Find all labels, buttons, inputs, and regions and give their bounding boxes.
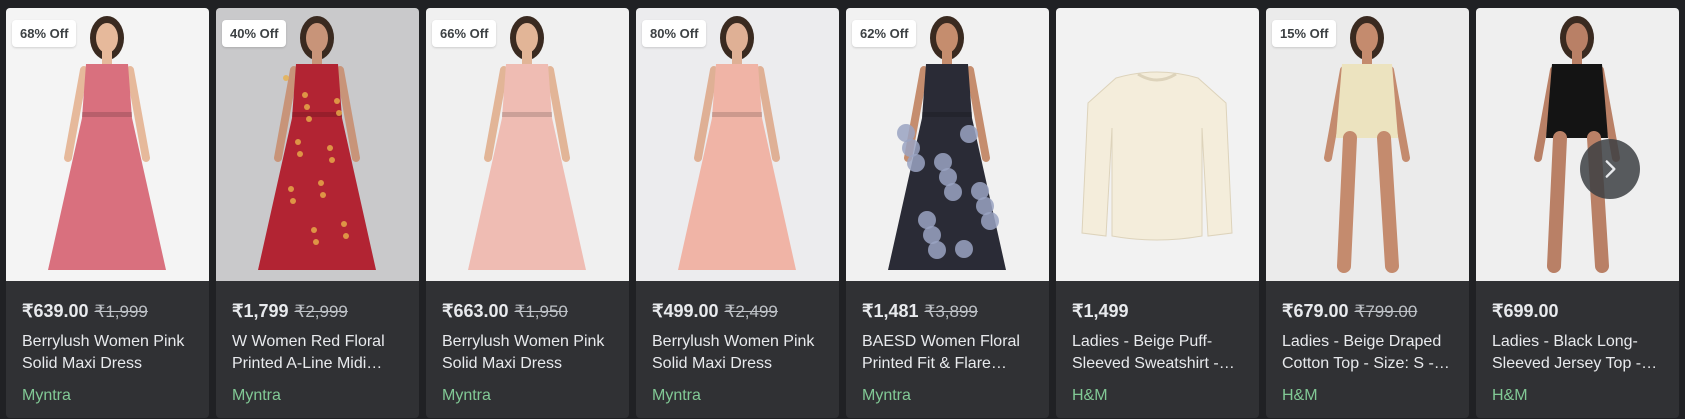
store-name: Myntra [442, 387, 491, 404]
product-photo [678, 16, 796, 270]
original-price: ₹3,899 [924, 302, 978, 321]
original-price: ₹2,999 [294, 302, 348, 321]
product-card[interactable]: 80% Off ₹499.00 ₹2,499 Berrylush Women Pi… [636, 8, 839, 418]
product-photo [1081, 71, 1233, 241]
product-carousel: 68% Off ₹639.00 ₹1,999 Berrylush Women Pi… [0, 0, 1685, 418]
store-name: H&M [1282, 387, 1318, 404]
product-card[interactable]: 68% Off ₹639.00 ₹1,999 Berrylush Women Pi… [6, 8, 209, 418]
product-title[interactable]: Berrylush Women Pink Solid Maxi Dress [442, 331, 614, 375]
product-card[interactable]: ₹699.00 Ladies - Black Long-Sleeved Jers… [1476, 8, 1679, 418]
current-price: ₹699.00 [1492, 301, 1559, 321]
product-photo [1324, 16, 1410, 273]
store-name: Myntra [652, 387, 701, 404]
discount-badge: 68% Off [12, 20, 77, 47]
product-image[interactable] [216, 8, 419, 281]
product-card[interactable]: 66% Off ₹663.00 ₹1,950 Berrylush Women Pi… [426, 8, 629, 418]
product-photo [888, 16, 1006, 270]
product-card[interactable]: 40% Off ₹1,799 ₹2,999 W Women Red Floral … [216, 8, 419, 418]
product-title[interactable]: Ladies - Beige Draped Cotton Top - Size:… [1282, 331, 1454, 375]
product-title[interactable]: W Women Red Floral Printed A-Line Midi… [232, 331, 404, 375]
product-card[interactable]: 15% Off ₹679.00 ₹799.00 Ladies - Beige Dr… [1266, 8, 1469, 418]
discount-badge: 15% Off [1272, 20, 1337, 47]
discount-badge: 40% Off [222, 20, 287, 47]
original-price: ₹1,950 [514, 302, 568, 321]
product-image[interactable] [1056, 8, 1259, 281]
current-price: ₹1,481 [862, 301, 919, 321]
original-price: ₹2,499 [724, 302, 778, 321]
original-price: ₹1,999 [94, 302, 148, 321]
store-name: H&M [1072, 387, 1108, 404]
carousel-next-button[interactable] [1580, 139, 1640, 199]
product-image[interactable] [6, 8, 209, 281]
current-price: ₹1,799 [232, 301, 289, 321]
store-name: Myntra [862, 387, 911, 404]
product-title[interactable]: Berrylush Women Pink Solid Maxi Dress [22, 331, 194, 375]
product-image[interactable] [1476, 8, 1679, 281]
product-card[interactable]: ₹1,499 Ladies - Beige Puff-Sleeved Sweat… [1056, 8, 1259, 418]
product-title[interactable]: Ladies - Beige Puff-Sleeved Sweatshirt -… [1072, 331, 1244, 375]
store-name: Myntra [232, 387, 281, 404]
product-title[interactable]: BAESD Women Floral Printed Fit & Flare… [862, 331, 1034, 375]
product-photo [1534, 16, 1620, 273]
product-image[interactable] [426, 8, 629, 281]
discount-badge: 80% Off [642, 20, 707, 47]
discount-badge: 66% Off [432, 20, 497, 47]
product-image[interactable] [1266, 8, 1469, 281]
product-card[interactable]: 62% Off ₹1,481 ₹3,899 BAESD Women Floral … [846, 8, 1049, 418]
product-photo [48, 16, 166, 270]
product-title[interactable]: Berrylush Women Pink Solid Maxi Dress [652, 331, 824, 375]
current-price: ₹663.00 [442, 301, 509, 321]
product-image[interactable] [636, 8, 839, 281]
original-price: ₹799.00 [1354, 302, 1418, 321]
current-price: ₹1,499 [1072, 301, 1129, 321]
store-name: H&M [1492, 387, 1528, 404]
current-price: ₹499.00 [652, 301, 719, 321]
discount-badge: 62% Off [852, 20, 917, 47]
product-photo [258, 16, 376, 270]
current-price: ₹639.00 [22, 301, 89, 321]
product-image[interactable] [846, 8, 1049, 281]
chevron-right-icon [1605, 160, 1616, 178]
product-title[interactable]: Ladies - Black Long-Sleeved Jersey Top -… [1492, 331, 1664, 375]
product-photo [468, 16, 586, 270]
current-price: ₹679.00 [1282, 301, 1349, 321]
store-name: Myntra [22, 387, 71, 404]
